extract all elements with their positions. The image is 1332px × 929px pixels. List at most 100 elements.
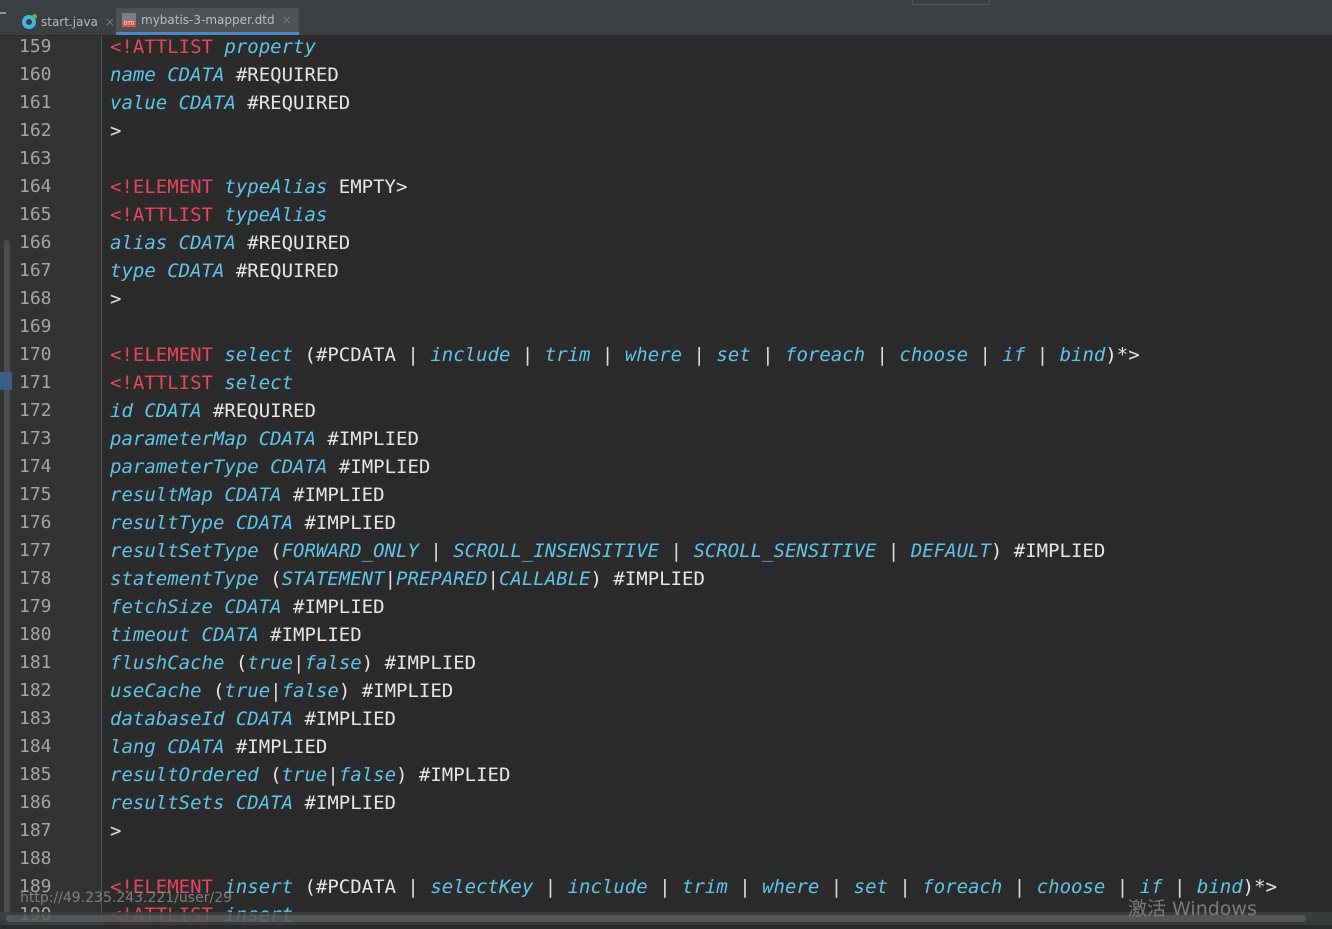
- code-token: |: [968, 344, 1003, 366]
- code-token: set: [853, 876, 888, 898]
- code-token: |: [590, 344, 625, 366]
- line-number[interactable]: 162: [14, 117, 71, 145]
- code-line[interactable]: resultSetType (FORWARD_ONLY | SCROLL_INS…: [110, 537, 1105, 565]
- line-number[interactable]: 187: [14, 817, 71, 845]
- line-number[interactable]: 179: [14, 593, 71, 621]
- code-line[interactable]: timeout CDATA #IMPLIED: [110, 621, 362, 649]
- scrollbar-thumb[interactable]: [6, 915, 1306, 922]
- line-number[interactable]: 186: [14, 789, 71, 817]
- code-token: CDATA: [201, 624, 259, 646]
- code-line[interactable]: <!ELEMENT select (#PCDATA | include | tr…: [110, 341, 1140, 369]
- code-token: #IMPLIED: [293, 512, 396, 534]
- line-number[interactable]: 165: [14, 201, 71, 229]
- tab-mybatis-mapper-dtd[interactable]: DTD mybatis-3-mapper.dtd ×: [116, 8, 299, 35]
- code-line[interactable]: value CDATA #REQUIRED: [110, 89, 350, 117]
- code-line[interactable]: <!ELEMENT insert (#PCDATA | selectKey | …: [110, 873, 1277, 901]
- line-number[interactable]: 169: [14, 313, 71, 341]
- close-icon[interactable]: ×: [282, 13, 292, 27]
- code-token: #IMPLIED: [327, 456, 431, 478]
- line-number[interactable]: 172: [14, 397, 71, 425]
- code-token: type: [110, 260, 156, 282]
- code-line[interactable]: <!ELEMENT typeAlias EMPTY>: [110, 173, 407, 201]
- line-number[interactable]: 174: [14, 453, 71, 481]
- code-token: ) #IMPLIED: [990, 540, 1106, 562]
- code-line[interactable]: >: [110, 117, 121, 145]
- structure-scroll-indicator[interactable]: [4, 240, 10, 920]
- line-number[interactable]: 170: [14, 341, 71, 369]
- code-line[interactable]: flushCache (true|false) #IMPLIED: [110, 649, 476, 677]
- tab-label: start.java: [41, 14, 98, 29]
- code-line[interactable]: parameterMap CDATA #IMPLIED: [110, 425, 419, 453]
- code-token: CDATA: [235, 512, 294, 534]
- code-token: false: [304, 652, 362, 674]
- code-token: <!ELEMENT: [110, 344, 225, 366]
- line-number[interactable]: 185: [14, 761, 71, 789]
- line-number[interactable]: 188: [14, 845, 71, 873]
- code-line[interactable]: alias CDATA #REQUIRED: [110, 229, 350, 257]
- code-token: insert: [224, 876, 294, 898]
- line-number[interactable]: 168: [14, 285, 71, 313]
- code-line[interactable]: databaseId CDATA #IMPLIED: [110, 705, 396, 733]
- code-token: where: [762, 876, 820, 898]
- code-token: false: [338, 764, 397, 786]
- code-line[interactable]: <!ATTLIST typeAlias: [110, 201, 327, 229]
- code-token: #REQUIRED: [235, 92, 351, 114]
- code-line[interactable]: resultMap CDATA #IMPLIED: [110, 481, 385, 509]
- line-number[interactable]: 171: [14, 369, 71, 397]
- code-line[interactable]: statementType (STATEMENT|PREPARED|CALLAB…: [110, 565, 705, 593]
- code-token: #IMPLIED: [293, 708, 396, 730]
- line-number[interactable]: 161: [14, 89, 71, 117]
- code-token: timeout: [110, 624, 191, 646]
- code-token: |: [647, 876, 682, 898]
- line-number[interactable]: 175: [14, 481, 71, 509]
- code-line[interactable]: useCache (true|false) #IMPLIED: [110, 677, 453, 705]
- line-number[interactable]: 166: [14, 229, 71, 257]
- code-token: foreach: [785, 344, 866, 366]
- code-line[interactable]: <!ATTLIST select: [110, 369, 293, 397]
- code-line[interactable]: lang CDATA #IMPLIED: [110, 733, 327, 761]
- line-number[interactable]: 182: [14, 677, 71, 705]
- line-number[interactable]: 178: [14, 565, 71, 593]
- code-token: |: [418, 540, 454, 562]
- line-number[interactable]: 180: [14, 621, 71, 649]
- code-line[interactable]: >: [110, 817, 121, 845]
- code-line[interactable]: parameterType CDATA #IMPLIED: [110, 453, 430, 481]
- line-number[interactable]: 184: [14, 733, 71, 761]
- code-line[interactable]: name CDATA #REQUIRED: [110, 61, 339, 89]
- code-line[interactable]: fetchSize CDATA #IMPLIED: [110, 593, 385, 621]
- code-line[interactable]: <!ATTLIST property: [110, 36, 316, 61]
- code-token: |: [270, 680, 282, 702]
- line-number[interactable]: 181: [14, 649, 71, 677]
- editor-tab-bar: start.java × DTD mybatis-3-mapper.dtd ×: [0, 0, 1332, 36]
- line-number[interactable]: 164: [14, 173, 71, 201]
- line-number[interactable]: 176: [14, 509, 71, 537]
- code-token: (: [258, 540, 282, 562]
- code-line[interactable]: resultOrdered (true|false) #IMPLIED: [110, 761, 510, 789]
- line-number[interactable]: 183: [14, 705, 71, 733]
- close-icon[interactable]: ×: [105, 15, 115, 29]
- code-line[interactable]: id CDATA #REQUIRED: [110, 397, 316, 425]
- line-number[interactable]: 159: [14, 33, 71, 61]
- code-editor[interactable]: <!ATTLIST property name CDATA #REQUIRED va…: [102, 36, 1332, 925]
- current-line-marker: [0, 372, 12, 390]
- line-number[interactable]: 160: [14, 61, 71, 89]
- code-token: #REQUIRED: [224, 64, 339, 86]
- code-token: true: [247, 652, 294, 674]
- line-number[interactable]: 173: [14, 425, 71, 453]
- code-line[interactable]: resultSets CDATA #IMPLIED: [110, 789, 396, 817]
- line-number-gutter[interactable]: 159 160 161 162 163 164 165 166 167 168 169 170 171 1…: [14, 36, 102, 925]
- line-number[interactable]: 163: [14, 145, 71, 173]
- code-token: value: [110, 92, 168, 114]
- tab-start-java[interactable]: start.java ×: [16, 8, 116, 35]
- code-line[interactable]: resultType CDATA #IMPLIED: [110, 509, 396, 537]
- code-token: resultMap: [110, 484, 213, 506]
- line-number[interactable]: 177: [14, 537, 71, 565]
- code-line[interactable]: type CDATA #REQUIRED: [110, 257, 339, 285]
- line-number[interactable]: 167: [14, 257, 71, 285]
- code-token: |: [750, 344, 785, 366]
- code-line[interactable]: >: [110, 285, 121, 313]
